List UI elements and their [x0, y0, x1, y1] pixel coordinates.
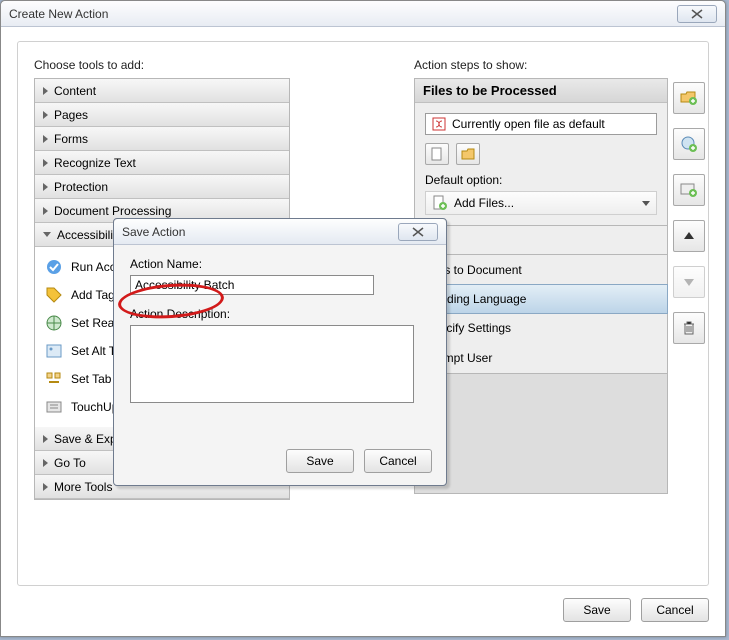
- button-label: Save: [583, 603, 610, 617]
- accordion-label: More Tools: [54, 480, 112, 494]
- chevron-right-icon: [43, 459, 48, 467]
- default-option-label: Default option:: [425, 173, 657, 187]
- modal-body: Action Name: Action Description:: [114, 245, 446, 406]
- folder-plus-icon: [680, 89, 698, 107]
- order-icon: [45, 370, 63, 388]
- choose-tools-label: Choose tools to add:: [34, 58, 290, 72]
- globe-plus-icon: [680, 135, 698, 153]
- add-instruction-button[interactable]: [673, 128, 705, 160]
- accordion-protection[interactable]: Protection: [35, 175, 289, 199]
- step-specify-settings[interactable]: Specify Settings: [415, 313, 667, 343]
- modal-footer: Save Cancel: [286, 449, 432, 473]
- side-buttons: [673, 82, 707, 358]
- chevron-right-icon: [43, 111, 48, 119]
- file-buttons: [425, 143, 657, 165]
- delete-step-button[interactable]: [673, 312, 705, 344]
- accordion-label: Content: [54, 84, 96, 98]
- main-titlebar: Create New Action: [1, 1, 725, 27]
- panel-gap: [414, 226, 668, 254]
- file-icon: [430, 147, 444, 161]
- modal-titlebar: Save Action: [114, 219, 446, 245]
- steps-panel: Tags to Document Reading Language Specif…: [414, 254, 668, 374]
- step-reading-language[interactable]: Reading Language: [414, 284, 668, 314]
- steps-empty-area: [414, 374, 668, 494]
- chevron-right-icon: [43, 87, 48, 95]
- action-steps-column: Action steps to show: Files to be Proces…: [414, 58, 668, 494]
- close-icon: [411, 227, 425, 237]
- accordion-forms[interactable]: Forms: [35, 127, 289, 151]
- modal-title: Save Action: [122, 225, 185, 239]
- add-folder-step-button[interactable]: [673, 82, 705, 114]
- globe-icon: [45, 314, 63, 332]
- current-file-row: Currently open file as default: [425, 113, 657, 135]
- move-up-button[interactable]: [673, 220, 705, 252]
- folder-button[interactable]: [456, 143, 480, 165]
- files-panel: Files to be Processed Currently open fil…: [414, 78, 668, 226]
- chevron-right-icon: [43, 159, 48, 167]
- close-icon: [690, 9, 704, 19]
- save-action-dialog: Save Action Action Name: Action Descript…: [113, 218, 447, 486]
- accordion-label: Forms: [54, 132, 88, 146]
- button-label: Cancel: [379, 454, 416, 468]
- accordion-pages[interactable]: Pages: [35, 103, 289, 127]
- main-save-button[interactable]: Save: [563, 598, 631, 622]
- button-label: Save: [306, 454, 333, 468]
- step-tags-to-document[interactable]: Tags to Document: [415, 255, 667, 285]
- chevron-right-icon: [43, 207, 48, 215]
- modal-save-button[interactable]: Save: [286, 449, 354, 473]
- chevron-right-icon: [43, 135, 48, 143]
- accordion-label: Document Processing: [54, 204, 171, 218]
- panel-plus-icon: [680, 181, 698, 199]
- button-label: Cancel: [656, 603, 693, 617]
- accordion-label: Protection: [54, 180, 108, 194]
- tag-icon: [45, 286, 63, 304]
- triangle-up-icon: [683, 230, 695, 242]
- triangle-down-icon: [683, 276, 695, 288]
- dropdown-text: Add Files...: [454, 196, 514, 210]
- close-button[interactable]: [677, 5, 717, 23]
- accordion-label: Go To: [54, 456, 86, 470]
- step-prompt-user[interactable]: Prompt User: [415, 343, 667, 373]
- chevron-down-icon: [43, 232, 51, 237]
- action-name-input[interactable]: [130, 275, 374, 295]
- chevron-right-icon: [43, 483, 48, 491]
- modal-cancel-button[interactable]: Cancel: [364, 449, 432, 473]
- main-cancel-button[interactable]: Cancel: [641, 598, 709, 622]
- chevron-right-icon: [43, 183, 48, 191]
- wand-icon: [45, 258, 63, 276]
- files-header: Files to be Processed: [415, 79, 667, 103]
- new-file-button[interactable]: [425, 143, 449, 165]
- action-name-label: Action Name:: [130, 257, 430, 271]
- files-body: Currently open file as default Default o…: [415, 103, 667, 225]
- pdf-icon: [432, 117, 446, 131]
- action-description-label: Action Description:: [130, 307, 430, 321]
- image-icon: [45, 342, 63, 360]
- add-panel-button[interactable]: [673, 174, 705, 206]
- folder-icon: [461, 147, 475, 161]
- accordion-label: Recognize Text: [54, 156, 136, 170]
- chevron-right-icon: [43, 435, 48, 443]
- touchup-icon: [45, 398, 63, 416]
- accordion-content[interactable]: Content: [35, 79, 289, 103]
- default-option-dropdown[interactable]: Add Files...: [425, 191, 657, 215]
- add-file-icon: [432, 195, 448, 211]
- accordion-recognize-text[interactable]: Recognize Text: [35, 151, 289, 175]
- window-title: Create New Action: [9, 7, 108, 21]
- main-footer: Save Cancel: [563, 598, 709, 622]
- action-steps-label: Action steps to show:: [414, 58, 668, 72]
- current-file-text: Currently open file as default: [452, 117, 605, 131]
- caret-down-icon: [642, 201, 650, 206]
- trash-icon: [682, 320, 696, 336]
- accordion-label: Pages: [54, 108, 88, 122]
- move-down-button[interactable]: [673, 266, 705, 298]
- action-description-input[interactable]: [130, 325, 414, 403]
- modal-close-button[interactable]: [398, 223, 438, 241]
